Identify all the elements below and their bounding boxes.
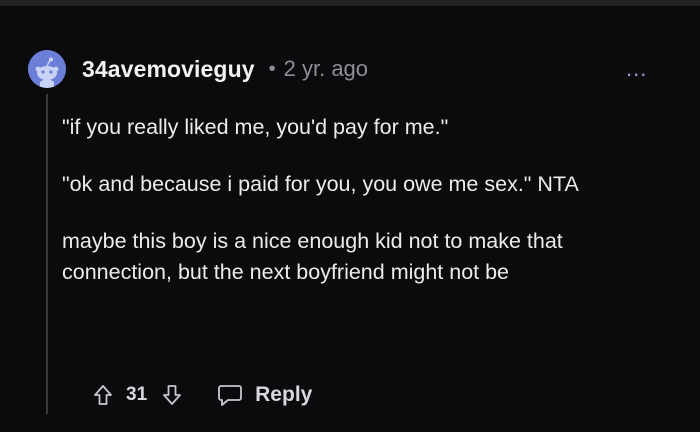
snoo-avatar-icon — [28, 50, 66, 88]
username[interactable]: 34avemovieguy — [82, 56, 255, 83]
downvote-button[interactable] — [161, 382, 183, 408]
separator-dot: • — [268, 57, 276, 80]
reply-label: Reply — [255, 383, 313, 406]
timestamp[interactable]: 2 yr. ago — [284, 56, 368, 82]
comment-body: "if you really liked me, you'd pay for m… — [62, 112, 662, 314]
upvote-button[interactable] — [92, 382, 114, 408]
comment-paragraph: "ok and because i paid for you, you owe … — [62, 172, 579, 196]
comment-actions: 31 Reply — [92, 380, 312, 410]
comment: 34avemovieguy • 2 yr. ago ... "if you re… — [0, 6, 700, 432]
comment-paragraph: maybe this boy is a nice enough kid not … — [62, 229, 563, 284]
thread-line[interactable] — [46, 94, 48, 414]
more-options-button[interactable]: ... — [626, 58, 647, 80]
arrow-up-icon — [94, 385, 112, 405]
vote-count: 31 — [126, 384, 148, 405]
more-dots-icon: ... — [626, 56, 648, 81]
speech-bubble-icon — [218, 385, 243, 406]
comment-paragraph: "if you really liked me, you'd pay for m… — [62, 115, 449, 139]
reply-button[interactable]: Reply — [217, 383, 312, 407]
comment-header: 34avemovieguy • 2 yr. ago — [82, 54, 368, 84]
arrow-down-icon — [163, 385, 182, 405]
user-avatar[interactable] — [28, 50, 66, 88]
